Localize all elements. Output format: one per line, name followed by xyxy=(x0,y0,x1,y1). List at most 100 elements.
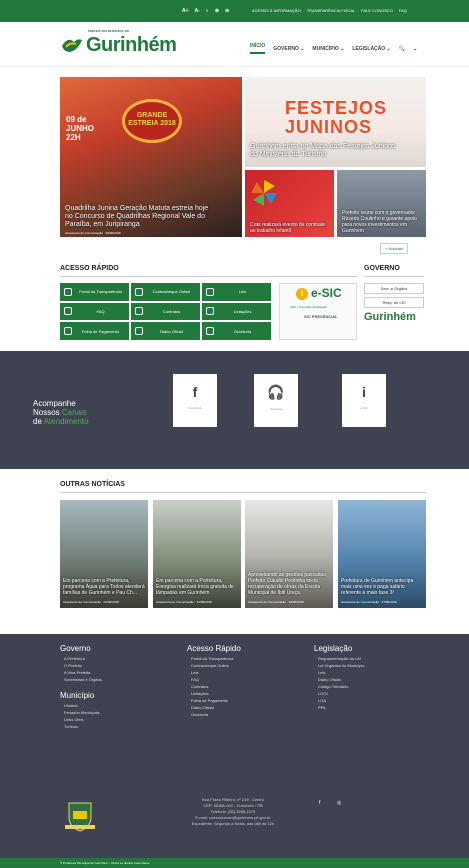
slide-main[interactable]: GRANDE ESTREIA 2018 09 de JUNHO 22H Quad… xyxy=(60,77,242,237)
link-transparencia-fiscal[interactable]: TRANSPARÊNCIA FISCAL xyxy=(307,8,356,13)
nav-municipio[interactable]: MUNICÍPIO ⌄ xyxy=(312,46,344,52)
footer-link[interactable]: PPA xyxy=(314,704,364,711)
quick-contracheque[interactable]: Contracheque Online xyxy=(131,283,200,301)
quick-licitacoes[interactable]: Licitações xyxy=(202,302,271,321)
footer-link[interactable]: Ouvidoria xyxy=(187,711,241,718)
footer-link[interactable]: Contracheque Online xyxy=(187,662,241,669)
link-faq[interactable]: FAQ xyxy=(399,8,407,13)
footer-link[interactable]: Diário Oficial xyxy=(314,676,364,683)
footer-link[interactable]: LeIs xyxy=(187,669,241,676)
footer-link[interactable]: História xyxy=(60,702,102,709)
governo-box: Secr. e Órgãos Resp. de LEI Gurinhém xyxy=(364,283,424,323)
quick-faq[interactable]: FAQ xyxy=(60,302,129,321)
footer-link[interactable]: Feriados Municipais xyxy=(60,709,102,716)
quick-folha[interactable]: Folha de Pagamento xyxy=(60,322,129,340)
slide-banner-title: GRANDE ESTREIA 2018 xyxy=(122,99,182,143)
slide-caption: Quadrilha Junina Geração Matuta estreia … xyxy=(65,205,209,228)
quick-leis[interactable]: LeIs xyxy=(202,283,271,301)
nav-governo[interactable]: GOVERNO ⌄ xyxy=(273,46,304,52)
font-decrease-button[interactable]: A- xyxy=(195,8,200,14)
footer-link[interactable]: O Prefeito xyxy=(60,662,102,669)
footer-link[interactable]: Links Úteis xyxy=(60,716,102,723)
canal-facebook-card[interactable]: f Facebook xyxy=(173,374,217,427)
canal-facebook-label: Facebook xyxy=(188,406,202,410)
canais-line-3: de Atendimento xyxy=(33,417,89,426)
canais-line-3b: Atendimento xyxy=(43,417,89,426)
canal-ouvidoria-card[interactable]: 🎧 Ouvidoria xyxy=(254,374,298,427)
footer-link[interactable]: Lei Orgânica do Município xyxy=(314,662,364,669)
esic-link[interactable]: Abrir / Consultar Solicitação xyxy=(290,305,327,309)
slide-governador-caption: Prefeito reúne com o governador Ricardo … xyxy=(342,210,417,234)
footer-col-acesso: Acesso Rápido Portal da Transparência Co… xyxy=(187,644,241,718)
contrast-button[interactable]: ◐ xyxy=(206,8,209,14)
governo-logo[interactable]: Gurinhém xyxy=(364,311,424,323)
canal-esic-card[interactable]: i e-SIC xyxy=(342,374,386,427)
more-news-button[interactable]: + Notícias xyxy=(380,243,408,254)
link-acesso-informacao[interactable]: ACESSO À INFORMAÇÃO xyxy=(252,8,301,13)
nav-inicio[interactable]: INÍCIO xyxy=(250,43,266,54)
slide-cras[interactable]: Cras realizará evento de combate ao trab… xyxy=(245,170,334,237)
contract-icon xyxy=(135,307,143,316)
zoom-in-button[interactable]: ⊕ xyxy=(215,8,219,14)
news-meta: Assessoria de Comunicação · 18/05/2018 xyxy=(248,600,304,604)
canais-line-2: Nossos Canais xyxy=(33,408,89,417)
footer-link[interactable]: A Prefeitura xyxy=(60,655,102,662)
footer-link[interactable]: LOOI xyxy=(314,690,364,697)
font-increase-button[interactable]: A+ xyxy=(182,8,189,14)
footer-link[interactable]: Diário Oficial xyxy=(187,704,241,711)
site-footer: Governo A Prefeitura O Prefeito A Vice-P… xyxy=(0,634,469,868)
zoom-out-button[interactable]: ⊖ xyxy=(225,8,229,14)
news-caption: Em parceria com a Prefeitura, Energisa r… xyxy=(156,578,234,596)
quick-transparencia[interactable]: Portal da Transparência xyxy=(60,283,129,301)
accessibility-controls: A+ A- ◐ ⊕ ⊖ xyxy=(182,8,229,14)
quick-contratos[interactable]: Contratos xyxy=(131,302,200,321)
chevron-down-icon[interactable]: ⌄ xyxy=(413,46,417,52)
governo-resp-lei-link[interactable]: Resp. de LEI xyxy=(364,297,424,308)
news-card[interactable]: Em parceria com a Prefeitura, Energisa r… xyxy=(153,500,241,608)
footer-copyright: © Prefeitura Municipal de Gurinhém – Tod… xyxy=(0,858,469,868)
slide-governador[interactable]: Prefeito reúne com o governador Ricardo … xyxy=(337,170,426,237)
payslip-icon xyxy=(135,287,143,296)
footer-facebook-icon[interactable]: f xyxy=(319,800,320,806)
logo-name: Gurinhém xyxy=(86,34,177,56)
governo-secretarias-link[interactable]: Secr. e Órgãos xyxy=(364,283,424,294)
slide-festejos-caption: Gurinhém entra no Mapa dos Festejos Juni… xyxy=(250,143,396,158)
footer-link[interactable]: Contratos xyxy=(187,683,241,690)
esic-sub: SIC PRESENCIAL xyxy=(304,314,338,319)
footer-link[interactable]: A Vice-Prefeita xyxy=(60,669,102,676)
pinwheel-icon xyxy=(251,180,277,206)
footer-link[interactable]: Licitações xyxy=(187,690,241,697)
slide-festejos[interactable]: FESTEJOS JUNINOS Gurinhém entra no Mapa … xyxy=(245,77,426,167)
footer-link[interactable]: Turismo xyxy=(60,723,102,730)
news-card[interactable]: Aproveitando as gestões passadas, Prefei… xyxy=(245,500,333,608)
footer-instagram-icon[interactable]: ◎ xyxy=(337,800,341,806)
footer-link[interactable]: LOA xyxy=(314,697,364,704)
main-nav: INÍCIO GOVERNO ⌄ MUNICÍPIO ⌄ LEGISLAÇÃO … xyxy=(250,43,417,54)
document-icon xyxy=(206,287,214,296)
footer-link[interactable]: Folha de Pagamento xyxy=(187,697,241,704)
footer-link[interactable]: Código Tributário xyxy=(314,683,364,690)
footer-link[interactable]: FAQ xyxy=(187,676,241,683)
esic-title: e-SIC xyxy=(311,286,342,300)
news-caption: Em parceria com a Prefeitura, programa Á… xyxy=(63,578,145,596)
news-card[interactable]: Em parceria com a Prefeitura, programa Á… xyxy=(60,500,148,608)
news-meta: Assessoria de Comunicação · 02/06/2018 xyxy=(63,600,119,604)
footer-link[interactable]: Portal da Transparência xyxy=(187,655,241,662)
esic-banner[interactable]: i e-SIC Abrir / Consultar Solicitação SI… xyxy=(279,283,357,340)
outras-noticias-title: OUTRAS NOTÍCIAS xyxy=(60,481,125,488)
link-fale-conosco[interactable]: FALE CONOSCO xyxy=(361,8,393,13)
news-card[interactable]: Prefeitura de Gurinhém antecipa mais uma… xyxy=(338,500,426,608)
news-slider: GRANDE ESTREIA 2018 09 de JUNHO 22H Quad… xyxy=(60,77,426,237)
footer-col-governo: Governo A Prefeitura O Prefeito A Vice-P… xyxy=(60,644,102,730)
quick-ouvidoria[interactable]: Ouvidoria xyxy=(202,322,271,340)
slide-meta: Assessoria de Comunicação · 09/06/2018 xyxy=(65,231,121,235)
footer-link[interactable]: Leis xyxy=(314,669,364,676)
nav-legislacao[interactable]: LEGISLAÇÃO ⌄ xyxy=(352,46,390,52)
footer-municipio-title: Município xyxy=(60,691,95,700)
quick-diario[interactable]: Diário Oficial xyxy=(131,322,200,340)
footer-link[interactable]: Secretarias e Órgãos xyxy=(60,676,102,683)
search-icon[interactable]: 🔍 xyxy=(399,46,405,52)
site-logo[interactable]: PREFEITURA MUNICIPAL DE Gurinhém xyxy=(58,28,177,60)
footer-link[interactable]: Regulamentação da LAI xyxy=(314,655,364,662)
logo-subtitle: PREFEITURA MUNICIPAL DE xyxy=(88,29,130,33)
